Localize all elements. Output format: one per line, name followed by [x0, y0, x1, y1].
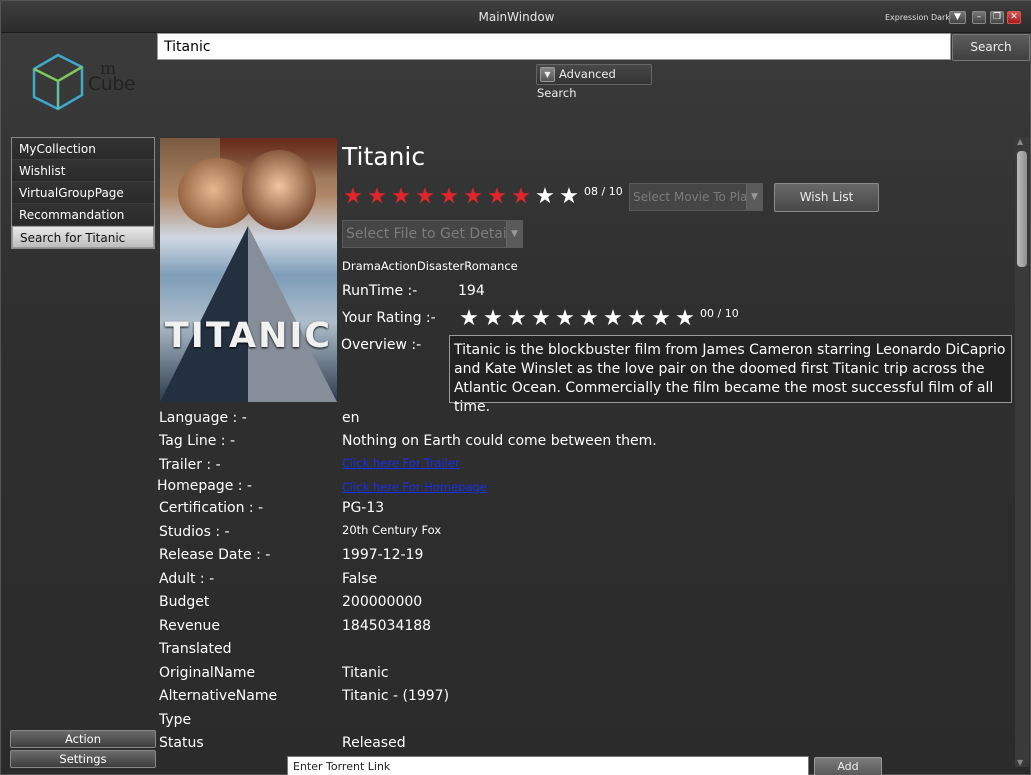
- release-date-label: Release Date : -: [159, 547, 271, 563]
- studios-label: Studios : -: [159, 524, 230, 540]
- alternativename-label: AlternativeName: [159, 688, 278, 704]
- poster-face-right: [242, 150, 316, 230]
- rating-star-icon: ★: [463, 184, 483, 209]
- homepage-label: Homepage : -: [157, 478, 252, 494]
- originalname-label: OriginalName: [159, 665, 256, 681]
- budget-label: Budget: [159, 594, 210, 610]
- close-icon[interactable]: ✕: [1007, 11, 1021, 24]
- rating-star-icon: ★: [559, 184, 579, 209]
- nav-item-mycollection[interactable]: MyCollection: [12, 138, 154, 160]
- adult-label: Adult : -: [159, 571, 215, 587]
- chevron-down-icon: ▼: [746, 184, 762, 210]
- your-rating-star-icon[interactable]: ★: [649, 308, 673, 330]
- rating-star-icon: ★: [439, 184, 459, 209]
- language-value: en: [342, 410, 360, 426]
- nav-item-recommandation[interactable]: Recommandation: [12, 204, 154, 226]
- wish-list-button[interactable]: Wish List: [774, 183, 879, 212]
- select-file-dropdown[interactable]: Select File to Get Details ▼: [342, 220, 523, 248]
- budget-value: 200000000: [342, 594, 423, 610]
- tagline-value: Nothing on Earth could come between them…: [342, 433, 657, 449]
- overview-label: Overview :-: [341, 337, 422, 353]
- rating-star-icon: ★: [511, 184, 531, 209]
- trailer-label: Trailer : -: [159, 457, 221, 473]
- language-label: Language : -: [159, 410, 247, 426]
- adult-value: False: [342, 571, 378, 587]
- certification-value: PG-13: [342, 500, 385, 516]
- search-input[interactable]: Titanic: [157, 33, 951, 60]
- search-button[interactable]: Search: [952, 34, 1030, 61]
- logo-text-cube: Cube: [88, 73, 136, 95]
- theme-dropdown-icon[interactable]: ▼: [949, 11, 966, 24]
- minimize-icon[interactable]: –: [972, 11, 986, 24]
- translated-label: Translated: [159, 641, 232, 657]
- genres-text: DramaActionDisasterRomance: [342, 259, 518, 273]
- scrollbar-thumb[interactable]: [1017, 151, 1027, 267]
- poster-title: TITANIC: [164, 316, 333, 356]
- window-title: MainWindow: [478, 10, 555, 24]
- tagline-label: Tag Line : -: [159, 433, 235, 449]
- nav-item-search-titanic[interactable]: Search for Titanic: [12, 226, 154, 248]
- select-file-placeholder: Select File to Get Details: [346, 226, 518, 242]
- release-date-value: 1997-12-19: [342, 547, 424, 563]
- scroll-up-icon[interactable]: ▲: [1017, 137, 1023, 146]
- status-label: Status: [159, 735, 204, 751]
- rating-text: 08 / 10: [584, 185, 623, 198]
- rating-star-icon: ★: [487, 184, 507, 209]
- rating-star-icon: ★: [415, 184, 435, 209]
- your-rating-label: Your Rating :-: [342, 310, 436, 326]
- your-rating-star-icon[interactable]: ★: [529, 308, 553, 330]
- certification-label: Certification : -: [159, 500, 264, 516]
- rating-stars: ★ ★ ★ ★ ★ ★ ★ ★ ★ ★: [341, 186, 581, 208]
- your-rating-stars[interactable]: ★ ★ ★ ★ ★ ★ ★ ★ ★ ★: [457, 308, 697, 330]
- type-label: Type: [159, 712, 192, 728]
- alternativename-value: Titanic - (1997): [342, 688, 450, 704]
- runtime-label: RunTime :-: [342, 283, 418, 299]
- main-window: MainWindow Expression Dark ▼ – ❐ ✕ m Cub…: [0, 0, 1031, 775]
- revenue-label: Revenue: [159, 618, 220, 634]
- expand-arrow-icon: ▼: [540, 67, 555, 82]
- chevron-down-icon: ▼: [506, 221, 522, 247]
- revenue-value: 1845034188: [342, 618, 432, 634]
- movie-title: Titanic: [342, 142, 426, 171]
- runtime-value: 194: [458, 283, 485, 299]
- scroll-down-icon[interactable]: ▼: [1017, 758, 1023, 767]
- nav-item-wishlist[interactable]: Wishlist: [12, 160, 154, 182]
- rating-star-icon: ★: [343, 184, 363, 209]
- add-torrent-button[interactable]: Add: [814, 757, 882, 775]
- trailer-link[interactable]: Click here For Trailer: [342, 456, 460, 470]
- your-rating-star-icon[interactable]: ★: [553, 308, 577, 330]
- your-rating-star-icon[interactable]: ★: [457, 308, 481, 330]
- your-rating-star-icon[interactable]: ★: [601, 308, 625, 330]
- title-bar: MainWindow Expression Dark ▼ – ❐ ✕: [1, 1, 1031, 33]
- nav-item-virtualgrouppage[interactable]: VirtualGroupPage: [12, 182, 154, 204]
- rating-star-icon: ★: [391, 184, 411, 209]
- your-rating-star-icon[interactable]: ★: [577, 308, 601, 330]
- status-value: Released: [342, 735, 406, 751]
- select-movie-placeholder: Select Movie To Play: [633, 190, 755, 204]
- settings-button[interactable]: Settings: [10, 750, 156, 768]
- rating-star-icon: ★: [367, 184, 387, 209]
- originalname-value: Titanic: [342, 665, 389, 681]
- studios-value: 20th Century Fox: [342, 523, 442, 537]
- torrent-link-input[interactable]: Enter Torrent Link: [287, 756, 809, 775]
- navigation-list: MyCollection Wishlist VirtualGroupPage R…: [11, 137, 155, 249]
- theme-label: Expression Dark: [885, 13, 950, 22]
- your-rating-text: 00 / 10: [700, 307, 739, 320]
- rating-star-icon: ★: [535, 184, 555, 209]
- poster-ship-light: [248, 226, 337, 402]
- select-movie-dropdown[interactable]: Select Movie To Play ▼: [629, 183, 763, 211]
- maximize-icon[interactable]: ❐: [990, 11, 1004, 24]
- your-rating-star-icon[interactable]: ★: [481, 308, 505, 330]
- your-rating-star-icon[interactable]: ★: [673, 308, 697, 330]
- action-button[interactable]: Action: [10, 730, 156, 748]
- vertical-scrollbar[interactable]: ▲ ▼: [1015, 137, 1029, 767]
- your-rating-star-icon[interactable]: ★: [505, 308, 529, 330]
- your-rating-star-icon[interactable]: ★: [625, 308, 649, 330]
- advanced-search-toggle[interactable]: ▼ Advanced Search: [536, 64, 652, 100]
- overview-text: Titanic is the blockbuster film from Jam…: [449, 335, 1012, 415]
- movie-poster: TITANIC: [160, 138, 337, 402]
- homepage-link[interactable]: Click here For Homepage: [342, 480, 487, 494]
